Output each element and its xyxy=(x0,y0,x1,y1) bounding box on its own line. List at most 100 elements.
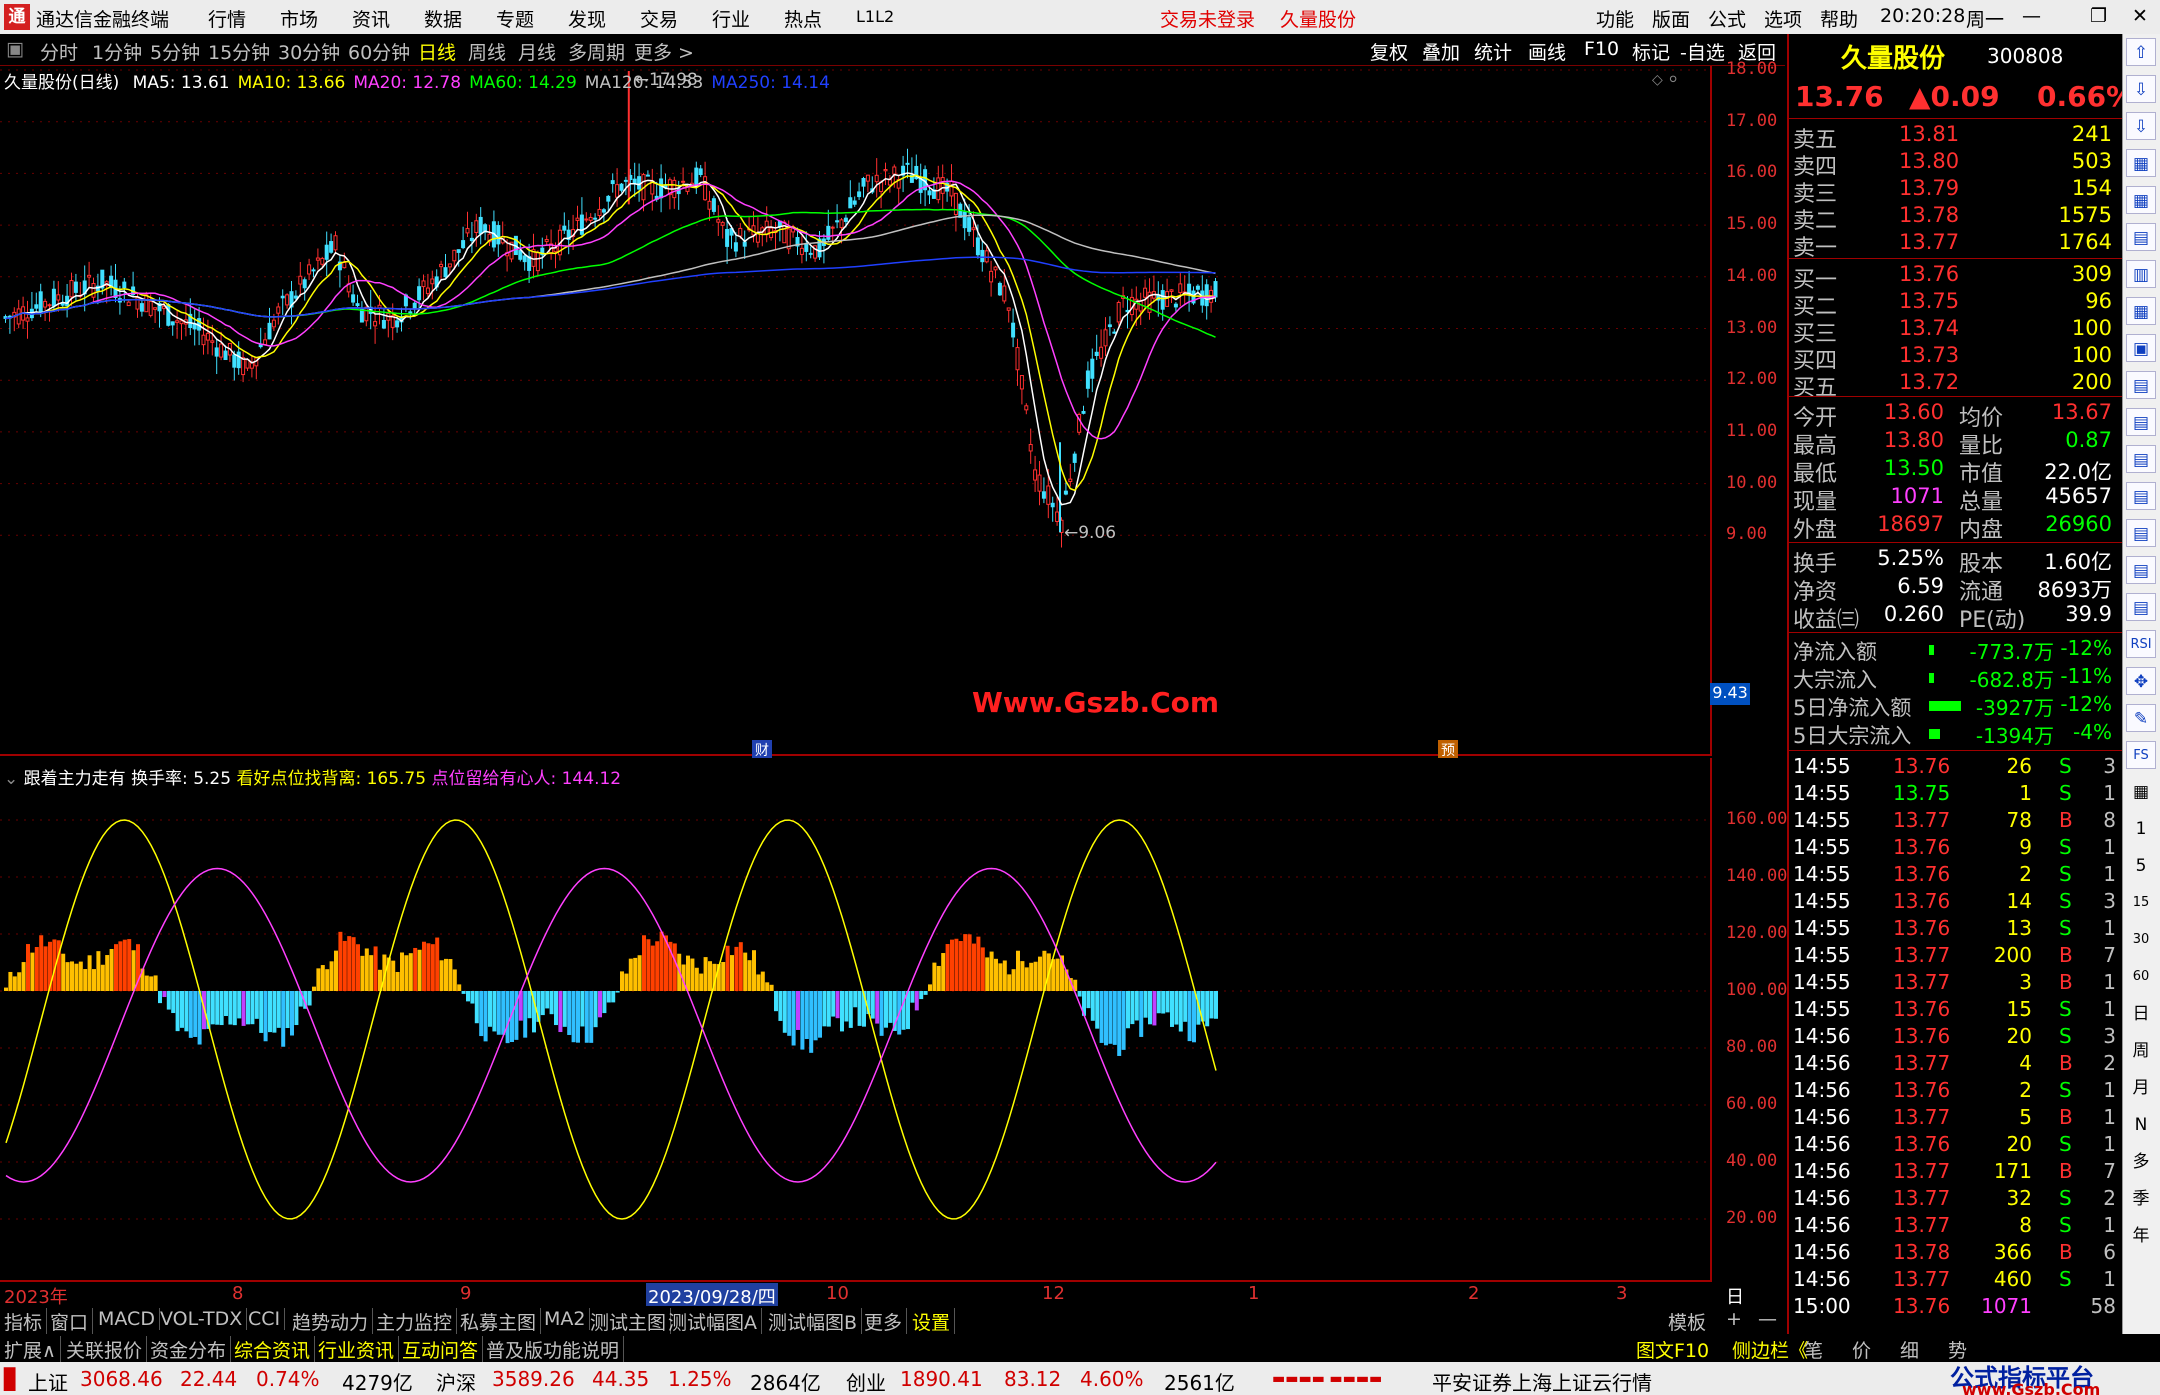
tab-8[interactable]: MA2 xyxy=(544,1308,591,1330)
indicator-collapse-icon[interactable]: ⌄ xyxy=(4,769,18,789)
tab-1[interactable]: 窗口 xyxy=(50,1308,94,1335)
restore-button[interactable]: ❐ xyxy=(2090,5,2107,27)
chart-option-icon[interactable]: ◇ ⚪ xyxy=(1652,72,1679,88)
side-toolbar-icon[interactable]: ▦ xyxy=(2126,778,2156,806)
tab-0[interactable]: 指标 xyxy=(4,1308,48,1335)
ext-tab-right-3[interactable]: 价 xyxy=(1852,1336,1871,1363)
ext-tab-5[interactable]: 互动问答 xyxy=(402,1336,484,1363)
menu-jiaoyi[interactable]: 交易 xyxy=(640,5,678,32)
ext-tab-right-1[interactable]: 侧边栏《 xyxy=(1732,1336,1808,1363)
side-toolbar-icon[interactable]: 季 xyxy=(2126,1185,2156,1213)
side-toolbar-icon[interactable]: FS xyxy=(2126,741,2156,769)
stats-button[interactable]: 统计 xyxy=(1474,38,1512,65)
ext-tab-0[interactable]: 扩展∧ xyxy=(4,1336,61,1363)
ext-tab-1[interactable]: 关联报价 xyxy=(66,1336,148,1363)
menu-redian[interactable]: 热点 xyxy=(784,5,822,32)
menu-zixun[interactable]: 资讯 xyxy=(352,5,390,32)
kline-svg[interactable]: ←17.98←9.06 xyxy=(0,66,1712,756)
side-toolbar-icon[interactable]: ▤ xyxy=(2126,371,2156,399)
kline-chart[interactable]: ←17.98 ←9.06 久量股份(日线) MA5: 13.61 MA10: 13.… xyxy=(0,66,1750,759)
index-hs-name[interactable]: 沪深 xyxy=(436,1367,476,1395)
event-marker-yu[interactable]: 预 xyxy=(1438,740,1458,759)
self-select-button[interactable]: -自选 xyxy=(1680,38,1725,65)
period-monthly[interactable]: 月线 xyxy=(518,38,556,65)
ext-tab-right-0[interactable]: 图文F10 xyxy=(1636,1336,1709,1363)
side-toolbar-icon[interactable]: ✥ xyxy=(2126,667,2156,695)
side-toolbar-icon[interactable]: ⇩ xyxy=(2126,112,2156,140)
side-toolbar-icon[interactable]: N xyxy=(2126,1111,2156,1139)
side-toolbar-icon[interactable]: 年 xyxy=(2126,1222,2156,1250)
menu-gongneng[interactable]: 功能 xyxy=(1596,5,1634,32)
side-toolbar-icon[interactable]: 15 xyxy=(2126,889,2156,917)
event-marker-cai[interactable]: 财 xyxy=(752,740,772,759)
side-toolbar-icon[interactable]: 日 xyxy=(2126,1000,2156,1028)
menu-shichang[interactable]: 市场 xyxy=(280,5,318,32)
minimize-button[interactable]: — xyxy=(2022,5,2041,27)
index-sh-name[interactable]: 上证 xyxy=(28,1367,68,1395)
side-toolbar-icon[interactable]: 1 xyxy=(2126,815,2156,843)
side-toolbar-icon[interactable]: 30 xyxy=(2126,926,2156,954)
side-toolbar-icon[interactable]: RSI xyxy=(2126,630,2156,658)
ext-tab-right-2[interactable]: 笔 xyxy=(1804,1336,1823,1363)
trade-status[interactable]: 交易未登录 xyxy=(1160,5,1255,32)
side-toolbar-icon[interactable]: ▤ xyxy=(2126,482,2156,510)
tab-6[interactable]: 主力监控 xyxy=(376,1308,458,1335)
tab-right-1[interactable]: + xyxy=(1726,1308,1742,1330)
period-multi[interactable]: 多周期 xyxy=(568,38,625,65)
side-toolbar-icon[interactable]: ▦ xyxy=(2126,149,2156,177)
period-1min[interactable]: 1分钟 xyxy=(92,38,142,65)
period-fenshi[interactable]: 分时 xyxy=(40,38,78,65)
side-toolbar-icon[interactable]: ⇧ xyxy=(2126,38,2156,66)
tab-13[interactable]: 设置 xyxy=(912,1308,956,1335)
menu-bangzhu[interactable]: 帮助 xyxy=(1820,5,1858,32)
menu-gongshi[interactable]: 公式 xyxy=(1708,5,1746,32)
menu-l1l2[interactable]: L1L2 xyxy=(856,7,894,26)
tab-10[interactable]: 测试幅图A xyxy=(668,1308,762,1335)
side-toolbar-icon[interactable]: ▣ xyxy=(2126,334,2156,362)
mark-button[interactable]: 标记 xyxy=(1632,38,1670,65)
tab-right-0[interactable]: 模板 xyxy=(1668,1308,1706,1335)
indicator-chart[interactable]: ⌄ 跟着主力走有 换手率: 5.25 看好点位找背离: 165.75 点位留给有… xyxy=(0,758,1712,1282)
period-5min[interactable]: 5分钟 xyxy=(150,38,200,65)
period-daily[interactable]: 日线 xyxy=(418,38,456,65)
menu-xuanxiang[interactable]: 选项 xyxy=(1764,5,1802,32)
overlay-button[interactable]: 叠加 xyxy=(1422,38,1460,65)
side-toolbar-icon[interactable]: 5 xyxy=(2126,852,2156,880)
menu-zhuanti[interactable]: 专题 xyxy=(496,5,534,32)
ext-tab-6[interactable]: 普及版功能说明 xyxy=(486,1336,625,1363)
index-cy-name[interactable]: 创业 xyxy=(846,1367,886,1395)
menu-shuju[interactable]: 数据 xyxy=(424,5,462,32)
tab-5[interactable]: 趋势动力 xyxy=(292,1308,374,1335)
tab-11[interactable]: 测试幅图B xyxy=(768,1308,863,1335)
side-toolbar-icon[interactable]: ⇩ xyxy=(2126,75,2156,103)
side-toolbar-icon[interactable]: ▤ xyxy=(2126,519,2156,547)
side-toolbar-icon[interactable]: ✎ xyxy=(2126,704,2156,732)
side-toolbar-icon[interactable]: 60 xyxy=(2126,963,2156,991)
side-toolbar-icon[interactable]: 多 xyxy=(2126,1148,2156,1176)
tab-right-2[interactable]: — xyxy=(1758,1308,1777,1330)
tab-2[interactable]: MACD xyxy=(98,1308,160,1330)
side-toolbar-icon[interactable]: ▦ xyxy=(2126,297,2156,325)
side-toolbar-icon[interactable]: ▤ xyxy=(2126,223,2156,251)
period-30min[interactable]: 30分钟 xyxy=(278,38,340,65)
layout-toggle-icon[interactable]: ▣ xyxy=(6,38,24,60)
side-toolbar-icon[interactable]: ▤ xyxy=(2126,593,2156,621)
draw-button[interactable]: 画线 xyxy=(1528,38,1566,65)
tab-4[interactable]: CCI xyxy=(248,1308,286,1330)
side-toolbar-icon[interactable]: ▤ xyxy=(2126,445,2156,473)
side-toolbar-icon[interactable]: 周 xyxy=(2126,1037,2156,1065)
period-60min[interactable]: 60分钟 xyxy=(348,38,410,65)
f10-button[interactable]: F10 xyxy=(1584,38,1619,60)
side-toolbar-icon[interactable]: ▤ xyxy=(2126,556,2156,584)
ext-tab-3[interactable]: 综合资讯 xyxy=(234,1336,316,1363)
tab-12[interactable]: 更多 xyxy=(864,1308,908,1335)
tab-3[interactable]: VOL-TDX xyxy=(160,1308,248,1330)
menu-hangqing[interactable]: 行情 xyxy=(208,5,246,32)
menu-banmian[interactable]: 版面 xyxy=(1652,5,1690,32)
fuquan-button[interactable]: 复权 xyxy=(1370,38,1408,65)
indicator-svg[interactable] xyxy=(0,758,1712,1282)
menu-hangye[interactable]: 行业 xyxy=(712,5,750,32)
period-more[interactable]: 更多 > xyxy=(634,38,694,65)
side-toolbar-icon[interactable]: ▦ xyxy=(2126,186,2156,214)
side-toolbar-icon[interactable]: ▥ xyxy=(2126,260,2156,288)
